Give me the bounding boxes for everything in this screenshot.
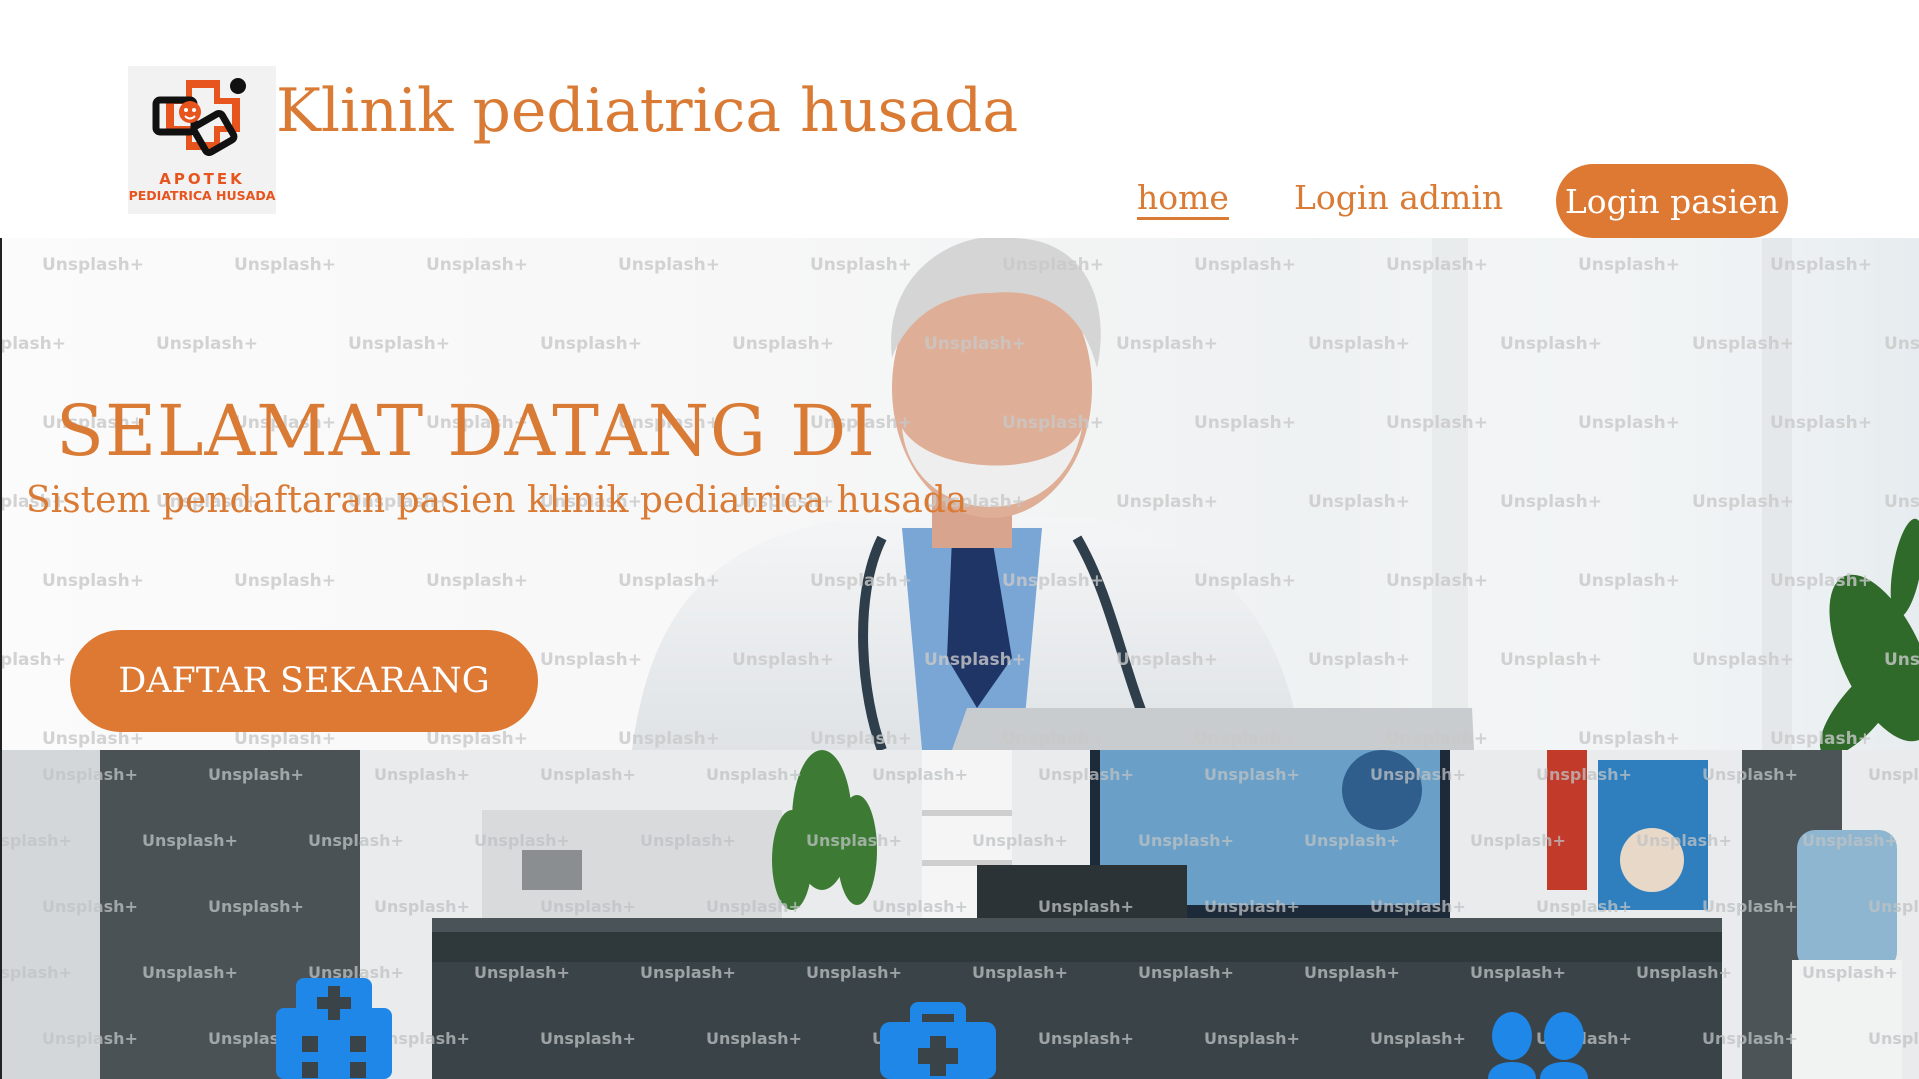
logo-emblem-icon xyxy=(152,78,246,157)
hero-banner: Unsplash+ Unsplash+ Unsplash+ Unsplash+ Unsp… xyxy=(2,238,1919,750)
users-group-icon xyxy=(1488,1012,1588,1079)
hero-heading: SELAMAT DATANG DI xyxy=(56,390,876,472)
logo-text-apotek: APOTEK xyxy=(159,170,245,188)
nav-home-link[interactable]: home xyxy=(1137,178,1229,217)
hospital-building-icon xyxy=(276,978,392,1079)
daftar-sekarang-button[interactable]: DAFTAR SEKARANG xyxy=(70,630,538,732)
hero-subheading: Sistem pendaftaran pasien klinik pediatr… xyxy=(26,480,968,521)
login-pasien-button[interactable]: Login pasien xyxy=(1556,164,1788,238)
site-header: APOTEK PEDIATRICA HUSADA Klinik pediatri… xyxy=(0,0,1919,238)
clinic-logo[interactable]: APOTEK PEDIATRICA HUSADA xyxy=(128,66,276,214)
clinic-reception-section: Unsplash+ Unsplash+ Unsplash+ Unsplash+ Unsp… xyxy=(2,750,1919,1079)
medical-kit-icon xyxy=(880,1002,996,1079)
logo-text-pediatrica-husada: PEDIATRICA HUSADA xyxy=(128,188,276,203)
site-title: Klinik pediatrica husada xyxy=(276,76,1019,146)
nav-login-admin-link[interactable]: Login admin xyxy=(1294,178,1503,217)
